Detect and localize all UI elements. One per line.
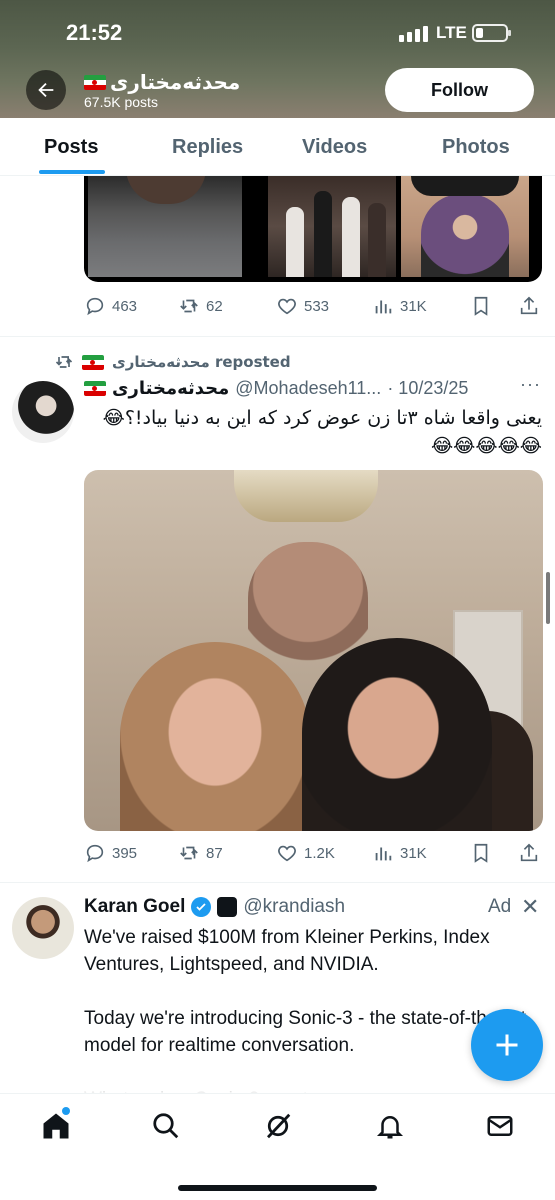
views-count: 31K	[400, 844, 427, 862]
grok-icon	[267, 1113, 291, 1139]
compose-plus-icon	[496, 1034, 518, 1056]
back-button[interactable]	[26, 70, 66, 110]
more-options-icon[interactable]: ···	[520, 374, 541, 395]
share-button[interactable]	[518, 842, 540, 864]
share-icon	[520, 296, 538, 315]
nav-messages[interactable]	[484, 1110, 516, 1142]
ad-label: Ad	[488, 896, 512, 917]
status-bar: 21:52 LTE	[0, 18, 555, 50]
bookmark-button[interactable]	[470, 295, 492, 317]
post2-photo[interactable]	[84, 470, 543, 831]
like-count: 1.2K	[304, 844, 335, 862]
author-handle[interactable]: @krandiash	[243, 896, 345, 918]
close-icon[interactable]: ✕	[521, 896, 539, 918]
views-button[interactable]: 31K	[372, 295, 427, 317]
compose-button[interactable]	[471, 1009, 543, 1081]
verified-badge-icon	[191, 897, 212, 917]
bookmark-button[interactable]	[470, 842, 492, 864]
battery-icon	[472, 24, 511, 42]
post3-author-line: Karan Goel @krandiash	[84, 896, 345, 918]
nav-grok[interactable]	[262, 1110, 294, 1142]
reply-icon	[86, 297, 104, 316]
repost-button[interactable]: 87	[178, 842, 223, 864]
author-name[interactable]: Karan Goel	[84, 896, 185, 918]
bottom-navigation	[0, 1093, 555, 1200]
reply-icon	[86, 844, 104, 863]
reply-count: 395	[112, 844, 138, 862]
views-button[interactable]: 31K	[372, 842, 427, 864]
repost-label: محدثه‌مختاری reposted	[112, 353, 291, 371]
repost-button[interactable]: 62	[178, 295, 223, 317]
iran-flag-icon	[84, 381, 106, 396]
repost-count: 62	[206, 297, 223, 315]
post2-author-line: محدثه‌مختاری @Mohadeseh11... · 10/23/25	[84, 378, 468, 399]
avatar[interactable]	[12, 897, 74, 959]
tab-posts[interactable]: Posts	[44, 136, 98, 159]
share-icon	[520, 843, 538, 862]
like-icon	[278, 298, 296, 315]
post1-media[interactable]	[84, 176, 542, 282]
repost-icon	[55, 356, 73, 368]
post1-image-2[interactable]	[268, 176, 396, 277]
post2-text: یعنی واقعا شاه ۳تا زن عوض کرد که این به …	[102, 407, 542, 457]
share-button[interactable]	[518, 295, 540, 317]
status-time: 21:52	[66, 20, 123, 45]
repost-indicator[interactable]: محدثه‌مختاری reposted	[54, 352, 291, 372]
like-count: 533	[304, 297, 330, 315]
views-icon	[375, 847, 392, 861]
post1-image-3[interactable]	[401, 176, 529, 277]
tab-photos[interactable]: Photos	[442, 136, 510, 159]
nav-search[interactable]	[150, 1110, 182, 1142]
scrollbar[interactable]	[546, 572, 550, 624]
like-button[interactable]: 1.2K	[276, 842, 335, 864]
reply-count: 463	[112, 297, 138, 315]
follow-button[interactable]: Follow	[385, 68, 534, 112]
profile-header: 21:52 LTE محدثه‌مختاری 67.5K posts Follo…	[0, 0, 555, 118]
repost-icon	[180, 299, 198, 313]
profile-name: محدثه‌مختاری	[110, 70, 241, 94]
repost-count: 87	[206, 844, 223, 862]
post1-image-1[interactable]	[88, 176, 242, 277]
iran-flag-icon	[84, 74, 106, 90]
repost-icon	[180, 846, 198, 860]
network-label: LTE	[436, 23, 467, 42]
like-icon	[278, 845, 296, 862]
notification-dot	[62, 1107, 70, 1115]
signal-icon	[399, 26, 428, 42]
bookmark-icon	[474, 296, 488, 316]
notifications-icon	[376, 1116, 404, 1139]
reply-button[interactable]: 395	[84, 842, 137, 864]
author-name[interactable]: محدثه‌مختاری	[112, 378, 229, 399]
post2-actions: 395 87 1.2K 31K	[84, 842, 544, 870]
home-indicator[interactable]	[178, 1185, 377, 1191]
organization-badge-icon	[217, 897, 238, 917]
iran-flag-icon	[82, 354, 104, 370]
reply-button[interactable]: 463	[84, 295, 137, 317]
bookmark-icon	[474, 843, 488, 863]
views-icon	[375, 300, 392, 314]
avatar[interactable]	[12, 381, 74, 443]
post-divider	[0, 882, 555, 883]
nav-notifications[interactable]	[374, 1110, 406, 1142]
tab-videos[interactable]: Videos	[302, 136, 367, 159]
content-fade	[0, 1072, 555, 1094]
profile-name-row: محدثه‌مختاری	[84, 70, 240, 94]
post1-actions: 463 62 533 31K	[84, 295, 544, 323]
views-count: 31K	[400, 297, 427, 315]
post-count: 67.5K posts	[84, 94, 158, 110]
home-icon	[43, 1113, 69, 1139]
messages-icon	[487, 1116, 513, 1136]
back-arrow-icon	[38, 82, 54, 98]
like-button[interactable]: 533	[276, 295, 329, 317]
active-tab-indicator	[39, 170, 105, 174]
post-date[interactable]: · 10/23/25	[387, 378, 468, 399]
author-handle[interactable]: @Mohadeseh11...	[235, 378, 381, 399]
post-divider	[0, 336, 555, 337]
search-icon	[153, 1113, 179, 1139]
profile-tabs: Posts Replies Videos Photos	[0, 118, 555, 176]
tab-replies[interactable]: Replies	[172, 136, 243, 159]
